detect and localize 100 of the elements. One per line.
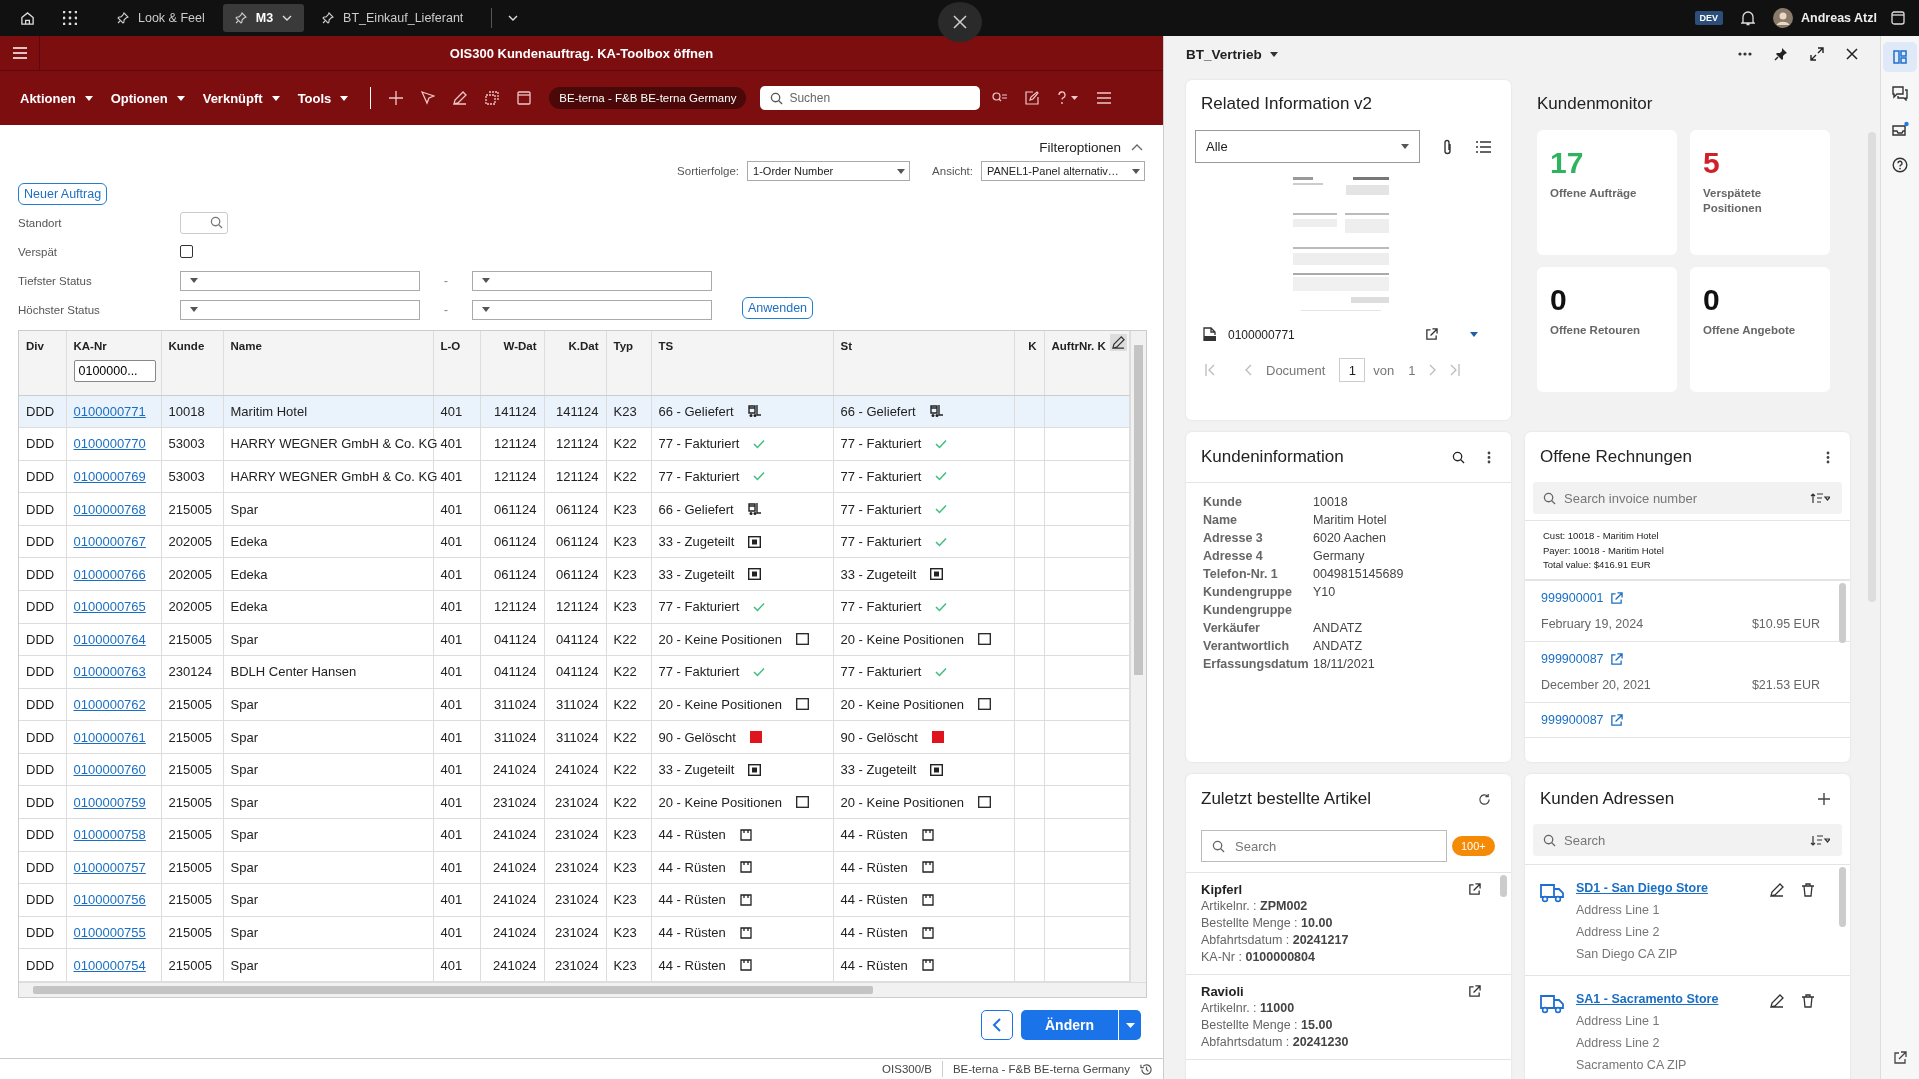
table-row[interactable]: DDD 0100000755 215005 Spar 401 241024 231024 K23 44 - Rüsten 44 - Rüsten: [19, 916, 1129, 949]
app-tab[interactable]: M3: [222, 4, 305, 32]
column-header[interactable]: Name: [230, 340, 262, 352]
table-row[interactable]: DDD 0100000768 215005 Spar 401 061124 061124 K23 66 - Geliefert 77 - Fakturiert: [19, 492, 1129, 526]
more-icon[interactable]: [1738, 52, 1752, 56]
column-header[interactable]: K.Dat: [568, 340, 599, 352]
expand-icon[interactable]: [1810, 47, 1824, 61]
address-link[interactable]: SD1 - San Diego Store: [1576, 877, 1758, 899]
scrollbar[interactable]: [1500, 875, 1507, 897]
table-row[interactable]: DDD 0100000754 215005 Spar 401 241024 231024 K23 44 - Rüsten 44 - Rüsten: [19, 948, 1129, 982]
order-link[interactable]: 0100000761: [73, 729, 146, 745]
copy-icon[interactable]: [485, 91, 500, 105]
avatar[interactable]: [1773, 8, 1794, 28]
table-row[interactable]: DDD 0100000759 215005 Spar 401 231024 231024 K22 20 - Keine Positionen 20 - Keine Positionen: [19, 785, 1129, 819]
invoice-link[interactable]: 999900001: [1541, 591, 1604, 606]
table-row[interactable]: DDD 0100000761 215005 Spar 401 311024 311024 K22 90 - Gelöscht 90 - Gelöscht: [19, 720, 1129, 754]
checkbox[interactable]: [180, 245, 193, 258]
caret-icon[interactable]: [1125, 1022, 1135, 1028]
sort-icon[interactable]: [1810, 492, 1830, 504]
table-row[interactable]: DDD 0100000771 10018 Maritim Hotel 401 141124 141124 K23 66 - Geliefert 66 - Geliefert: [19, 395, 1129, 428]
company-chip[interactable]: BE-terna - F&B BE-terna Germany: [549, 87, 747, 109]
invoice-link[interactable]: 999900087: [1541, 652, 1604, 667]
address-link[interactable]: SA1 - Sacramento Store: [1576, 988, 1758, 1010]
home-icon[interactable]: [20, 10, 35, 26]
plus-icon[interactable]: [1818, 793, 1830, 805]
menu-dropdown[interactable]: Tools: [297, 90, 349, 106]
column-header[interactable]: KA-Nr: [73, 340, 107, 352]
order-link[interactable]: 0100000765: [73, 599, 146, 615]
pencil-icon[interactable]: [1770, 883, 1784, 897]
order-link[interactable]: 0100000758: [73, 827, 146, 843]
order-link[interactable]: 0100000764: [73, 631, 146, 647]
filter-field[interactable]: 0100000...: [73, 360, 156, 382]
order-link[interactable]: 0100000754: [73, 957, 146, 973]
app-tab[interactable]: BT_Einkauf_Lieferant: [310, 4, 476, 32]
table-row[interactable]: DDD 0100000760 215005 Spar 401 241024 241024 K22 33 - Zugeteilt 33 - Zugeteilt: [19, 753, 1129, 786]
pin-icon[interactable]: [1774, 47, 1788, 61]
window-icon[interactable]: [517, 91, 532, 105]
order-link[interactable]: 0100000759: [73, 794, 146, 810]
search-field[interactable]: Search invoice number: [1533, 482, 1842, 514]
sort-dropdown[interactable]: 1-Order Number: [747, 161, 911, 181]
column-header[interactable]: Div: [26, 340, 44, 352]
filter-options-toggle[interactable]: Filteroptionen: [1039, 137, 1143, 157]
caret-icon[interactable]: [1470, 332, 1478, 337]
app-tab[interactable]: Look & Feel: [105, 4, 217, 32]
column-header[interactable]: L-O: [440, 340, 461, 352]
column-header[interactable]: AuftrNr. K: [1051, 340, 1106, 352]
sort-icon[interactable]: [1810, 834, 1830, 846]
view-dropdown[interactable]: PANEL1-Panel alternativ…: [981, 161, 1145, 181]
order-link[interactable]: 0100000762: [73, 697, 146, 712]
apply-button[interactable]: Anwenden: [742, 297, 814, 319]
order-link[interactable]: 0100000766: [73, 566, 146, 582]
more-icon[interactable]: [1487, 450, 1491, 464]
column-header[interactable]: TS: [658, 340, 674, 352]
table-row[interactable]: DDD 0100000762 215005 Spar 401 311024 311024 K22 20 - Keine Positionen 20 - Keine Positionen: [19, 688, 1129, 721]
table-row[interactable]: DDD 0100000757 215005 Spar 401 241024 231024 K23 44 - Rüsten 44 - Rüsten: [19, 851, 1129, 884]
close-button[interactable]: [938, 2, 982, 42]
table-row[interactable]: DDD 0100000765 202005 Edeka 401 121124 121124 K23 77 - Fakturiert 77 - Fakturiert: [19, 590, 1129, 624]
paperclip-icon[interactable]: [1442, 138, 1454, 155]
menu-dropdown[interactable]: Optionen: [110, 90, 185, 106]
menu-icon[interactable]: [1097, 92, 1112, 104]
invoice-link[interactable]: 999900087: [1541, 713, 1604, 728]
external-link-icon[interactable]: [1468, 985, 1481, 998]
order-link[interactable]: 0100000755: [73, 925, 146, 941]
column-header[interactable]: K: [1028, 340, 1037, 352]
column-header[interactable]: Kunde: [168, 340, 205, 352]
metric-tile[interactable]: 17 Offene Aufträge: [1537, 130, 1677, 255]
horizontal-scrollbar[interactable]: [19, 982, 1146, 997]
trash-icon[interactable]: [1802, 883, 1814, 897]
order-link[interactable]: 0100000757: [73, 859, 146, 875]
new-order-button[interactable]: Neuer Auftrag: [18, 183, 108, 205]
order-link[interactable]: 0100000767: [73, 534, 146, 550]
dropdown-button[interactable]: [1119, 1010, 1141, 1040]
menu-dropdown[interactable]: Verknüpft: [202, 90, 280, 106]
search-field[interactable]: Suchen: [760, 86, 981, 110]
menu-dropdown[interactable]: Aktionen: [20, 90, 93, 106]
order-link[interactable]: 0100000768: [73, 501, 146, 517]
refresh-icon[interactable]: [1478, 792, 1491, 806]
pencil-icon[interactable]: [1770, 994, 1784, 1008]
chevron-left-icon[interactable]: [992, 1018, 1002, 1032]
metric-tile[interactable]: 5 Verspätete Positionen: [1690, 130, 1830, 255]
change-button[interactable]: Ändern: [1021, 1010, 1118, 1040]
location-field[interactable]: [180, 211, 228, 234]
external-link-icon[interactable]: [1425, 328, 1438, 341]
history-icon[interactable]: [1140, 1062, 1153, 1076]
file-name[interactable]: 0100000771: [1228, 327, 1295, 342]
chevron-down-icon[interactable]: [508, 15, 519, 21]
column-header[interactable]: St: [840, 340, 852, 352]
metric-tile[interactable]: 0 Offene Angebote: [1690, 267, 1830, 392]
close-icon[interactable]: [1846, 48, 1858, 60]
workspace-dropdown[interactable]: BT_Vertrieb: [1186, 46, 1278, 62]
metric-tile[interactable]: 0 Offene Retouren: [1537, 267, 1677, 392]
category-dropdown[interactable]: Alle: [1195, 130, 1420, 163]
order-link[interactable]: 0100000770: [73, 436, 146, 452]
order-link[interactable]: 0100000760: [73, 762, 146, 778]
column-header[interactable]: Typ: [613, 340, 634, 352]
search-field[interactable]: Search: [1533, 824, 1842, 856]
table-row[interactable]: DDD 0100000767 202005 Edeka 401 061124 061124 K23 33 - Zugeteilt 77 - Fakturiert: [19, 525, 1129, 558]
table-row[interactable]: DDD 0100000758 215005 Spar 401 241024 231024 K23 44 - Rüsten 44 - Rüsten: [19, 818, 1129, 852]
scrollbar[interactable]: [1839, 867, 1846, 927]
order-link[interactable]: 0100000756: [73, 892, 146, 908]
